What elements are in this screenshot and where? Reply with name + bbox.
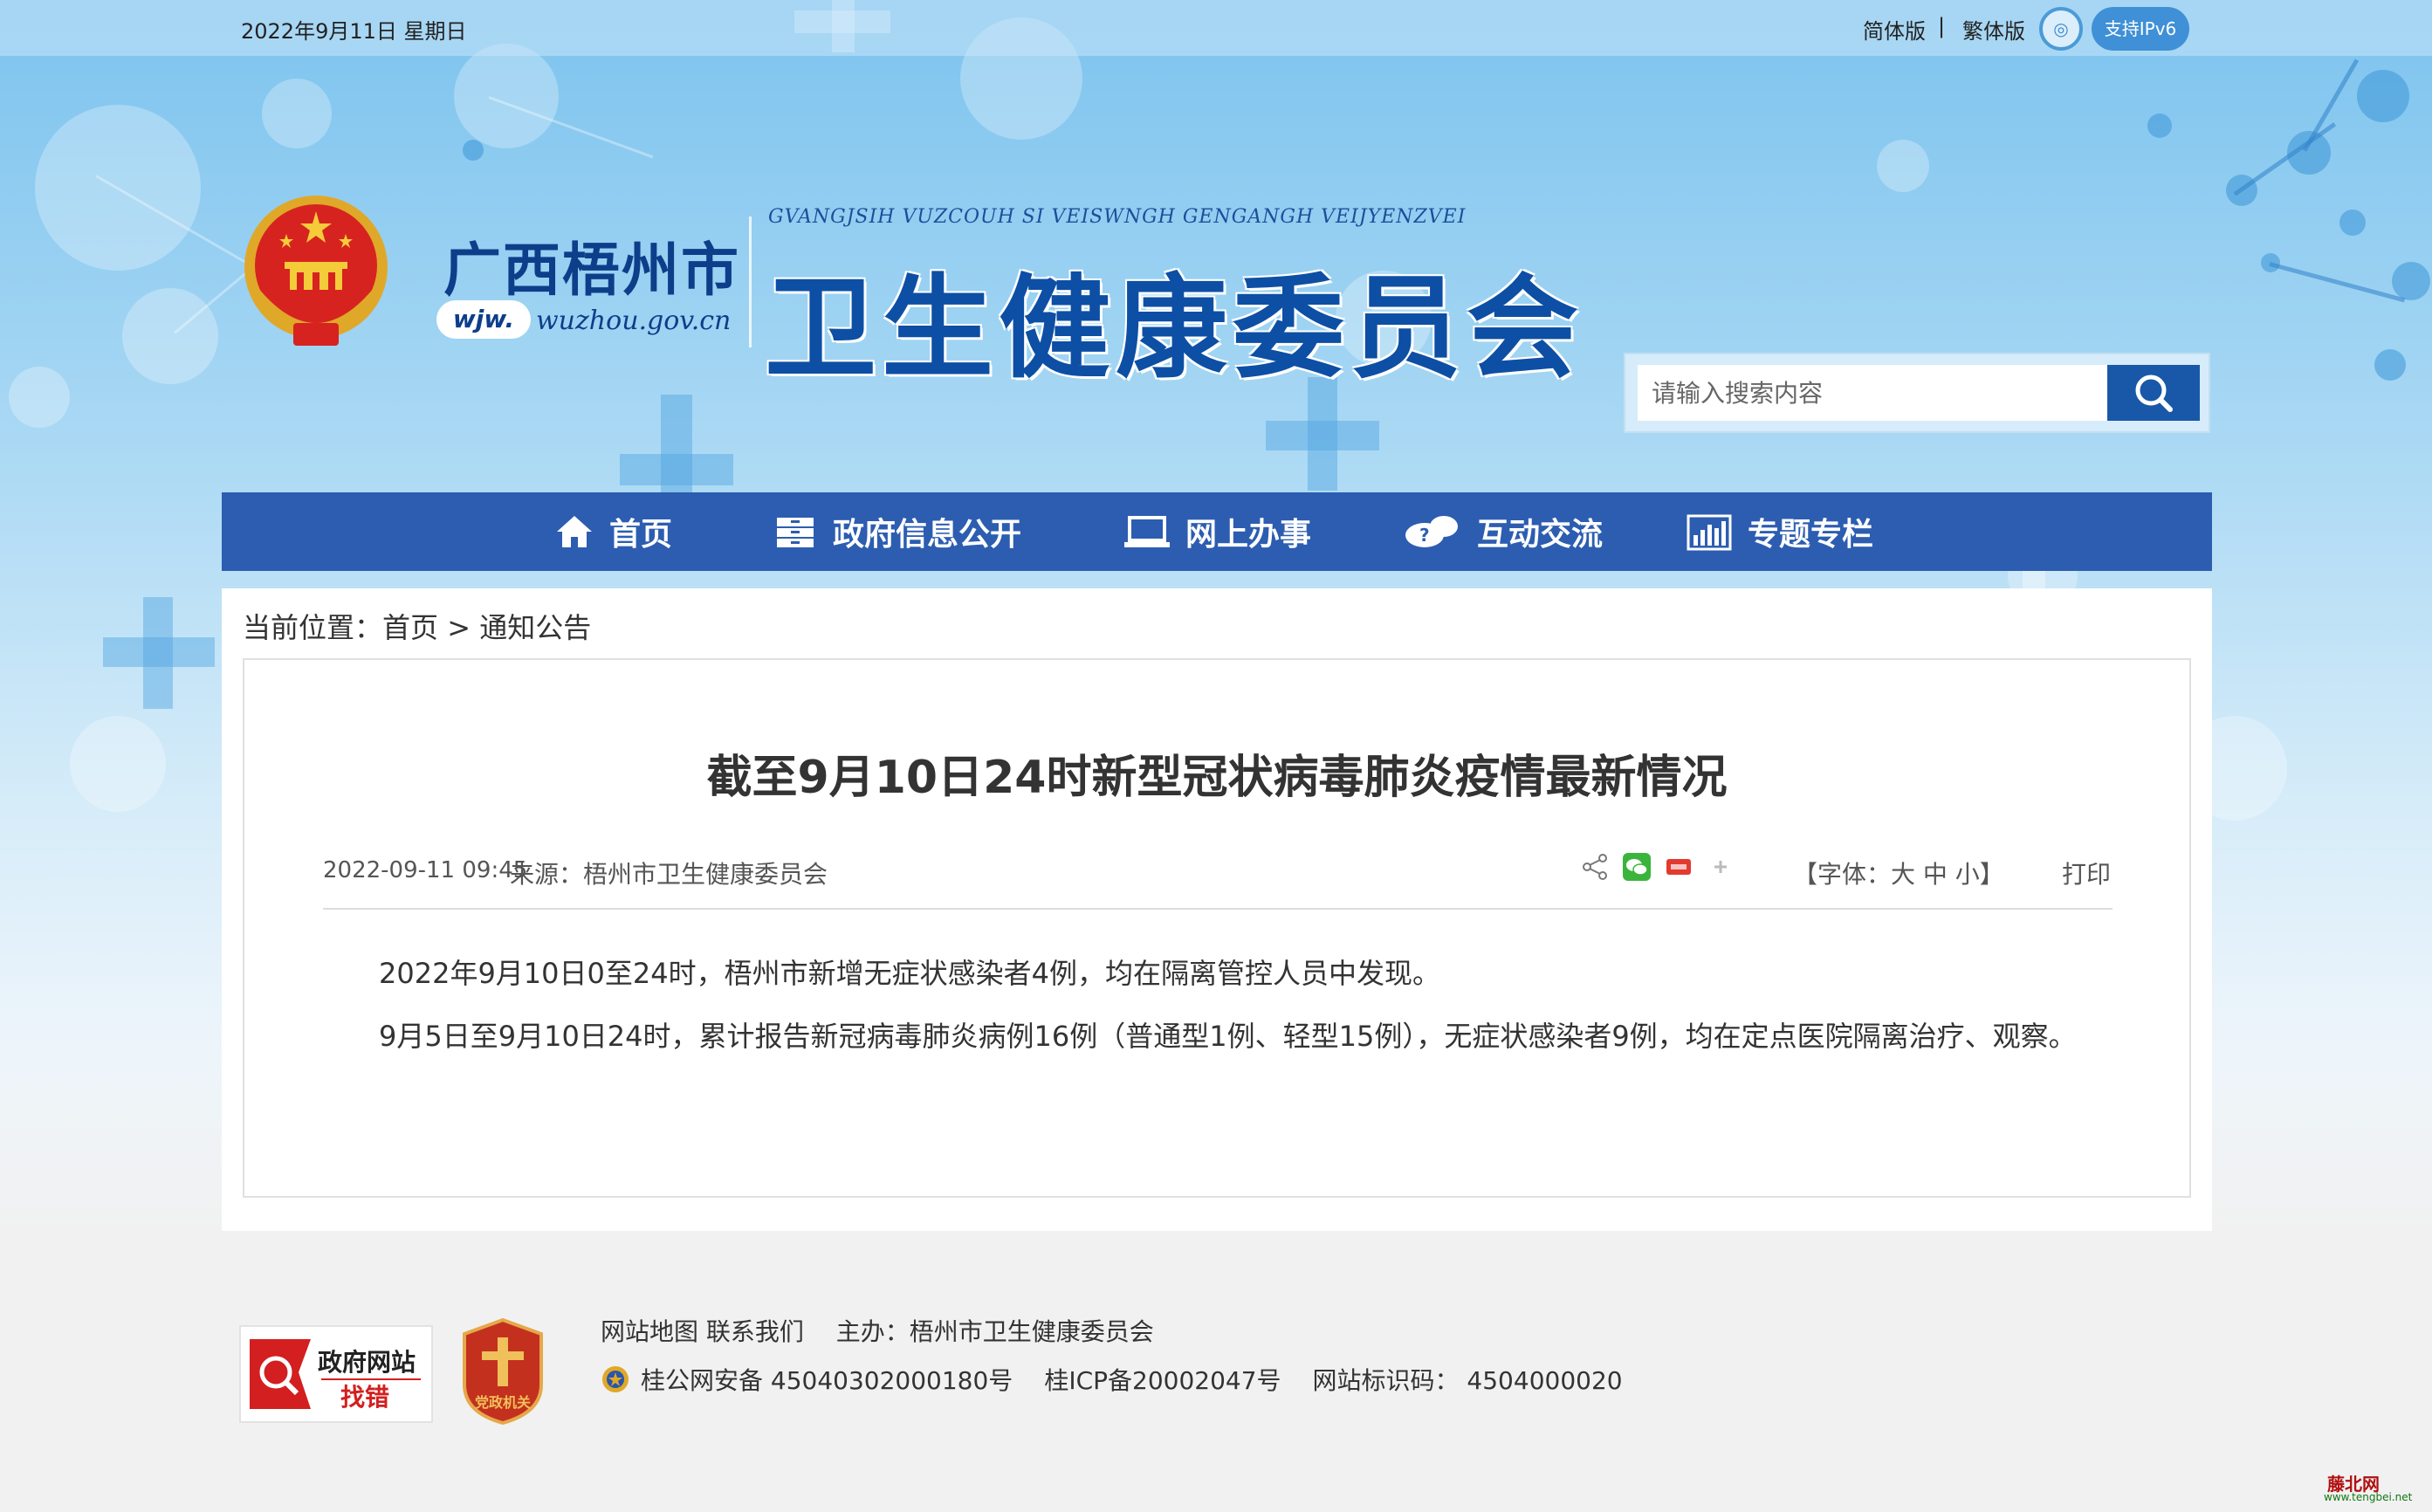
- current-date: 2022年9月11日 星期日: [241, 19, 467, 44]
- ipv6-badge-icon: ◎: [2039, 7, 2083, 51]
- police-record[interactable]: 桂公网安备 45040302000180号: [641, 1362, 1013, 1397]
- city-name: 广西梧州市: [443, 236, 740, 304]
- weibo-icon[interactable]: [1664, 852, 1693, 882]
- main-nav: 首页 政府信息公开 网上办事 ? 互动交流 专题专栏: [222, 492, 2212, 571]
- logo-divider: [749, 216, 752, 347]
- share-bar: [1580, 852, 1735, 882]
- nav-online-service[interactable]: 网上办事: [1124, 492, 1311, 571]
- svg-text:?: ?: [1419, 525, 1430, 546]
- footer-links[interactable]: 网站地图 联系我们 主办：梧州市卫生健康委员会: [601, 1313, 1154, 1348]
- nav-interaction[interactable]: ? 互动交流: [1404, 492, 1603, 571]
- icp-record[interactable]: 桂ICP备20002047号: [1044, 1362, 1281, 1397]
- article-title: 截至9月10日24时新型冠状病毒肺炎疫情最新情况: [706, 752, 1728, 804]
- wechat-icon[interactable]: [1622, 852, 1652, 882]
- site-id: 网站标识码： 4504000020: [1312, 1366, 1623, 1395]
- nav-special-topics-label: 专题专栏: [1748, 517, 1874, 553]
- search-button[interactable]: [2107, 365, 2200, 421]
- share-icon[interactable]: [1580, 852, 1610, 882]
- domain-prefix: wjw.: [436, 300, 531, 339]
- plus-icon[interactable]: [1706, 852, 1735, 882]
- bar-chart-icon: [1687, 514, 1732, 551]
- domain-text: wuzhou.gov.cn: [536, 306, 732, 336]
- top-bar: 2022年9月11日 星期日 简体版 | 繁体版 ◎ 支持IPv6: [0, 0, 2432, 56]
- breadcrumb-sep: >: [447, 611, 471, 644]
- ipv6-button[interactable]: 支持IPv6: [2092, 7, 2189, 51]
- chat-icon: ?: [1405, 516, 1458, 547]
- party-gov-badge[interactable]: 党政机关: [456, 1316, 550, 1426]
- svg-text:找错: 找错: [340, 1383, 389, 1412]
- article-paragraph-1: 2022年9月10日0至24时，梧州市新增无症状感染者4例，均在隔离管控人员中发…: [379, 957, 1440, 990]
- nav-home[interactable]: 首页: [555, 492, 672, 571]
- police-badge-icon: [602, 1366, 629, 1392]
- breadcrumb-home[interactable]: 首页: [382, 611, 438, 644]
- watermark-url: www.tengbei.net: [2324, 1491, 2413, 1503]
- laptop-icon: [1124, 516, 1170, 547]
- footer-registration: 桂公网安备 45040302000180号 桂ICP备20002047号 网站标…: [601, 1362, 1623, 1397]
- article-paragraph-2: 9月5日至9月10日24时，累计报告新冠病毒肺炎病例16例（普通型1例、轻型15…: [379, 1020, 2077, 1053]
- search-input[interactable]: [1638, 365, 2109, 421]
- nav-online-service-label: 网上办事: [1185, 517, 1312, 553]
- breadcrumb-prefix: 当前位置：: [243, 611, 383, 644]
- gov-site-error-badge[interactable]: 政府网站 找错: [239, 1325, 433, 1423]
- simplified-link[interactable]: 简体版: [1863, 14, 1926, 45]
- nav-interaction-label: 互动交流: [1477, 517, 1604, 553]
- org-name: 卫生健康委员会: [765, 263, 1584, 394]
- meta-divider: [323, 908, 2113, 910]
- svg-text:党政机关: 党政机关: [475, 1394, 531, 1411]
- national-emblem-icon: [244, 196, 388, 346]
- traditional-link[interactable]: 繁体版: [1962, 14, 2025, 45]
- content-panel: 当前位置：首页 > 通知公告 截至9月10日24时新型冠状病毒肺炎疫情最新情况 …: [222, 588, 2212, 1231]
- article-datetime: 2022-09-11 09:45: [323, 857, 528, 883]
- breadcrumb-current[interactable]: 通知公告: [479, 611, 591, 644]
- nav-special-topics[interactable]: 专题专栏: [1687, 492, 1873, 571]
- nav-gov-info-label: 政府信息公开: [833, 517, 1022, 553]
- nav-gov-info[interactable]: 政府信息公开: [773, 492, 1021, 571]
- zhuang-name: GVANGJSIH VUZCOUH SI VEISWNGH GENGANGH V…: [768, 206, 1467, 228]
- search-icon: [2135, 375, 2173, 412]
- home-icon: [557, 516, 592, 547]
- gov-error-icon: 政府网站 找错: [250, 1339, 421, 1412]
- article-box: 截至9月10日24时新型冠状病毒肺炎疫情最新情况 2022-09-11 09:4…: [243, 658, 2191, 1198]
- article-source: 来源：梧州市卫生健康委员会: [510, 860, 828, 889]
- svg-text:政府网站: 政府网站: [318, 1348, 416, 1377]
- lang-separator: |: [1938, 14, 1946, 38]
- font-size-control[interactable]: 【字体：大 中 小】: [1793, 856, 2004, 890]
- cabinet-icon: [777, 518, 814, 547]
- breadcrumb: 当前位置：首页 > 通知公告: [243, 606, 591, 646]
- print-link[interactable]: 打印: [2062, 856, 2111, 890]
- nav-home-label: 首页: [609, 517, 673, 553]
- search-box: [1624, 353, 2210, 433]
